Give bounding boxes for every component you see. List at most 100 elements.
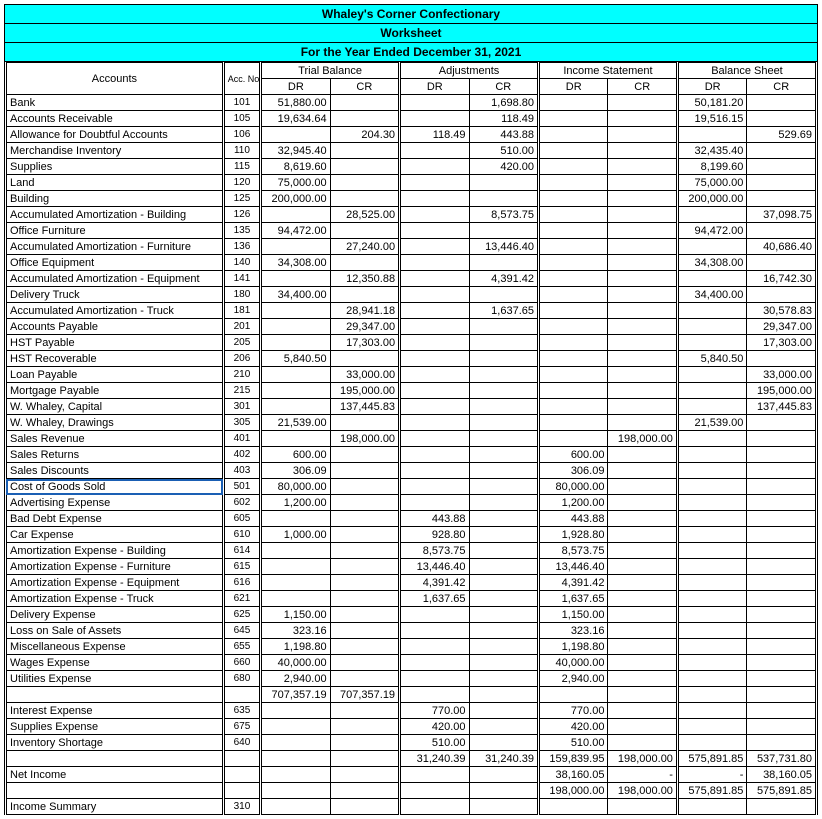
- bs-dr-cell[interactable]: [677, 383, 746, 399]
- account-number[interactable]: 625: [223, 607, 260, 623]
- account-name[interactable]: Amortization Expense - Truck: [6, 591, 224, 607]
- account-name[interactable]: Sales Discounts: [6, 463, 224, 479]
- account-number[interactable]: 616: [223, 575, 260, 591]
- tb-cr-cell[interactable]: 12,350.88: [330, 271, 399, 287]
- account-name[interactable]: Building: [6, 191, 224, 207]
- bs-dr-cell[interactable]: [677, 431, 746, 447]
- adj-cr-cell[interactable]: [469, 623, 538, 639]
- is-dr-cell[interactable]: [539, 191, 608, 207]
- adj-cr-cell[interactable]: 1,698.80: [469, 95, 538, 111]
- account-number[interactable]: 680: [223, 671, 260, 687]
- adj-cr-cell[interactable]: [469, 399, 538, 415]
- bs-dr-cell[interactable]: [677, 399, 746, 415]
- account-number[interactable]: 310: [223, 799, 260, 815]
- is-dr-cell[interactable]: 306.09: [539, 463, 608, 479]
- adj-cr-cell[interactable]: [469, 655, 538, 671]
- is-dr-cell[interactable]: 40,000.00: [539, 655, 608, 671]
- account-number[interactable]: 141: [223, 271, 260, 287]
- is-dr-cell[interactable]: [539, 127, 608, 143]
- adj-cr-cell[interactable]: [469, 367, 538, 383]
- tb-cr-cell[interactable]: 27,240.00: [330, 239, 399, 255]
- account-number[interactable]: 305: [223, 415, 260, 431]
- adj-dr-cell[interactable]: 770.00: [400, 703, 469, 719]
- is-dr-cell[interactable]: 1,200.00: [539, 495, 608, 511]
- bs-dr-cell[interactable]: [677, 591, 746, 607]
- bs-dr-cell[interactable]: [677, 511, 746, 527]
- is-dr-cell[interactable]: 4,391.42: [539, 575, 608, 591]
- adj-cr-cell[interactable]: [469, 575, 538, 591]
- account-number[interactable]: 660: [223, 655, 260, 671]
- account-number[interactable]: 401: [223, 431, 260, 447]
- tb-dr-cell[interactable]: [261, 127, 330, 143]
- account-number[interactable]: 181: [223, 303, 260, 319]
- account-number[interactable]: 602: [223, 495, 260, 511]
- is-cr-cell[interactable]: [608, 383, 677, 399]
- bs-cr-cell[interactable]: 575,891.85: [747, 783, 817, 799]
- is-dr-cell[interactable]: 770.00: [539, 703, 608, 719]
- table-row[interactable]: Wages Expense66040,000.0040,000.00: [6, 655, 817, 671]
- is-dr-cell[interactable]: [539, 351, 608, 367]
- adj-dr-cell[interactable]: [400, 303, 469, 319]
- tb-cr-cell[interactable]: [330, 719, 399, 735]
- account-number[interactable]: 614: [223, 543, 260, 559]
- account-name[interactable]: Wages Expense: [6, 655, 224, 671]
- bs-cr-cell[interactable]: [747, 543, 817, 559]
- account-name[interactable]: Land: [6, 175, 224, 191]
- tb-cr-cell[interactable]: 29,347.00: [330, 319, 399, 335]
- account-name[interactable]: Merchandise Inventory: [6, 143, 224, 159]
- bs-dr-cell[interactable]: [677, 303, 746, 319]
- tb-dr-cell[interactable]: 32,945.40: [261, 143, 330, 159]
- tb-dr-cell[interactable]: 8,619.60: [261, 159, 330, 175]
- tb-dr-cell[interactable]: 1,000.00: [261, 527, 330, 543]
- bs-dr-cell[interactable]: [677, 719, 746, 735]
- adj-cr-cell[interactable]: [469, 783, 538, 799]
- bs-dr-cell[interactable]: [677, 639, 746, 655]
- is-dr-cell[interactable]: 159,839.95: [539, 751, 608, 767]
- bs-cr-cell[interactable]: [747, 559, 817, 575]
- account-name[interactable]: Sales Returns: [6, 447, 224, 463]
- account-number[interactable]: 215: [223, 383, 260, 399]
- table-row[interactable]: Accounts Receivable10519,634.64118.4919,…: [6, 111, 817, 127]
- table-row[interactable]: Income Summary310: [6, 799, 817, 815]
- table-row[interactable]: Sales Discounts403306.09306.09: [6, 463, 817, 479]
- bs-cr-cell[interactable]: [747, 463, 817, 479]
- is-cr-cell[interactable]: [608, 607, 677, 623]
- table-row[interactable]: Delivery Expense6251,150.001,150.00: [6, 607, 817, 623]
- adj-dr-cell[interactable]: [400, 655, 469, 671]
- account-number[interactable]: 101: [223, 95, 260, 111]
- bs-dr-cell[interactable]: [677, 367, 746, 383]
- account-number[interactable]: 210: [223, 367, 260, 383]
- tb-dr-cell[interactable]: [261, 511, 330, 527]
- is-cr-cell[interactable]: [608, 351, 677, 367]
- is-dr-cell[interactable]: 1,637.65: [539, 591, 608, 607]
- adj-dr-cell[interactable]: [400, 159, 469, 175]
- tb-dr-cell[interactable]: [261, 559, 330, 575]
- bs-dr-cell[interactable]: [677, 799, 746, 815]
- adj-dr-cell[interactable]: [400, 367, 469, 383]
- account-number[interactable]: 105: [223, 111, 260, 127]
- is-cr-cell[interactable]: [608, 415, 677, 431]
- account-name[interactable]: Cost of Goods Sold: [6, 479, 224, 495]
- tb-dr-cell[interactable]: 2,940.00: [261, 671, 330, 687]
- table-row[interactable]: Loan Payable21033,000.0033,000.00: [6, 367, 817, 383]
- is-cr-cell[interactable]: [608, 591, 677, 607]
- is-dr-cell[interactable]: [539, 399, 608, 415]
- is-dr-cell[interactable]: 80,000.00: [539, 479, 608, 495]
- tb-cr-cell[interactable]: 707,357.19: [330, 687, 399, 703]
- table-row[interactable]: Cost of Goods Sold50180,000.0080,000.00: [6, 479, 817, 495]
- account-number[interactable]: 615: [223, 559, 260, 575]
- account-name[interactable]: [6, 783, 224, 799]
- is-cr-cell[interactable]: [608, 319, 677, 335]
- table-row[interactable]: Amortization Expense - Equipment6164,391…: [6, 575, 817, 591]
- adj-cr-cell[interactable]: [469, 559, 538, 575]
- adj-cr-cell[interactable]: [469, 287, 538, 303]
- tb-cr-cell[interactable]: [330, 95, 399, 111]
- table-row[interactable]: Advertising Expense6021,200.001,200.00: [6, 495, 817, 511]
- adj-dr-cell[interactable]: [400, 687, 469, 703]
- tb-cr-cell[interactable]: [330, 495, 399, 511]
- is-dr-cell[interactable]: [539, 111, 608, 127]
- is-dr-cell[interactable]: 1,198.80: [539, 639, 608, 655]
- tb-cr-cell[interactable]: [330, 527, 399, 543]
- adj-cr-cell[interactable]: [469, 463, 538, 479]
- bs-cr-cell[interactable]: 37,098.75: [747, 207, 817, 223]
